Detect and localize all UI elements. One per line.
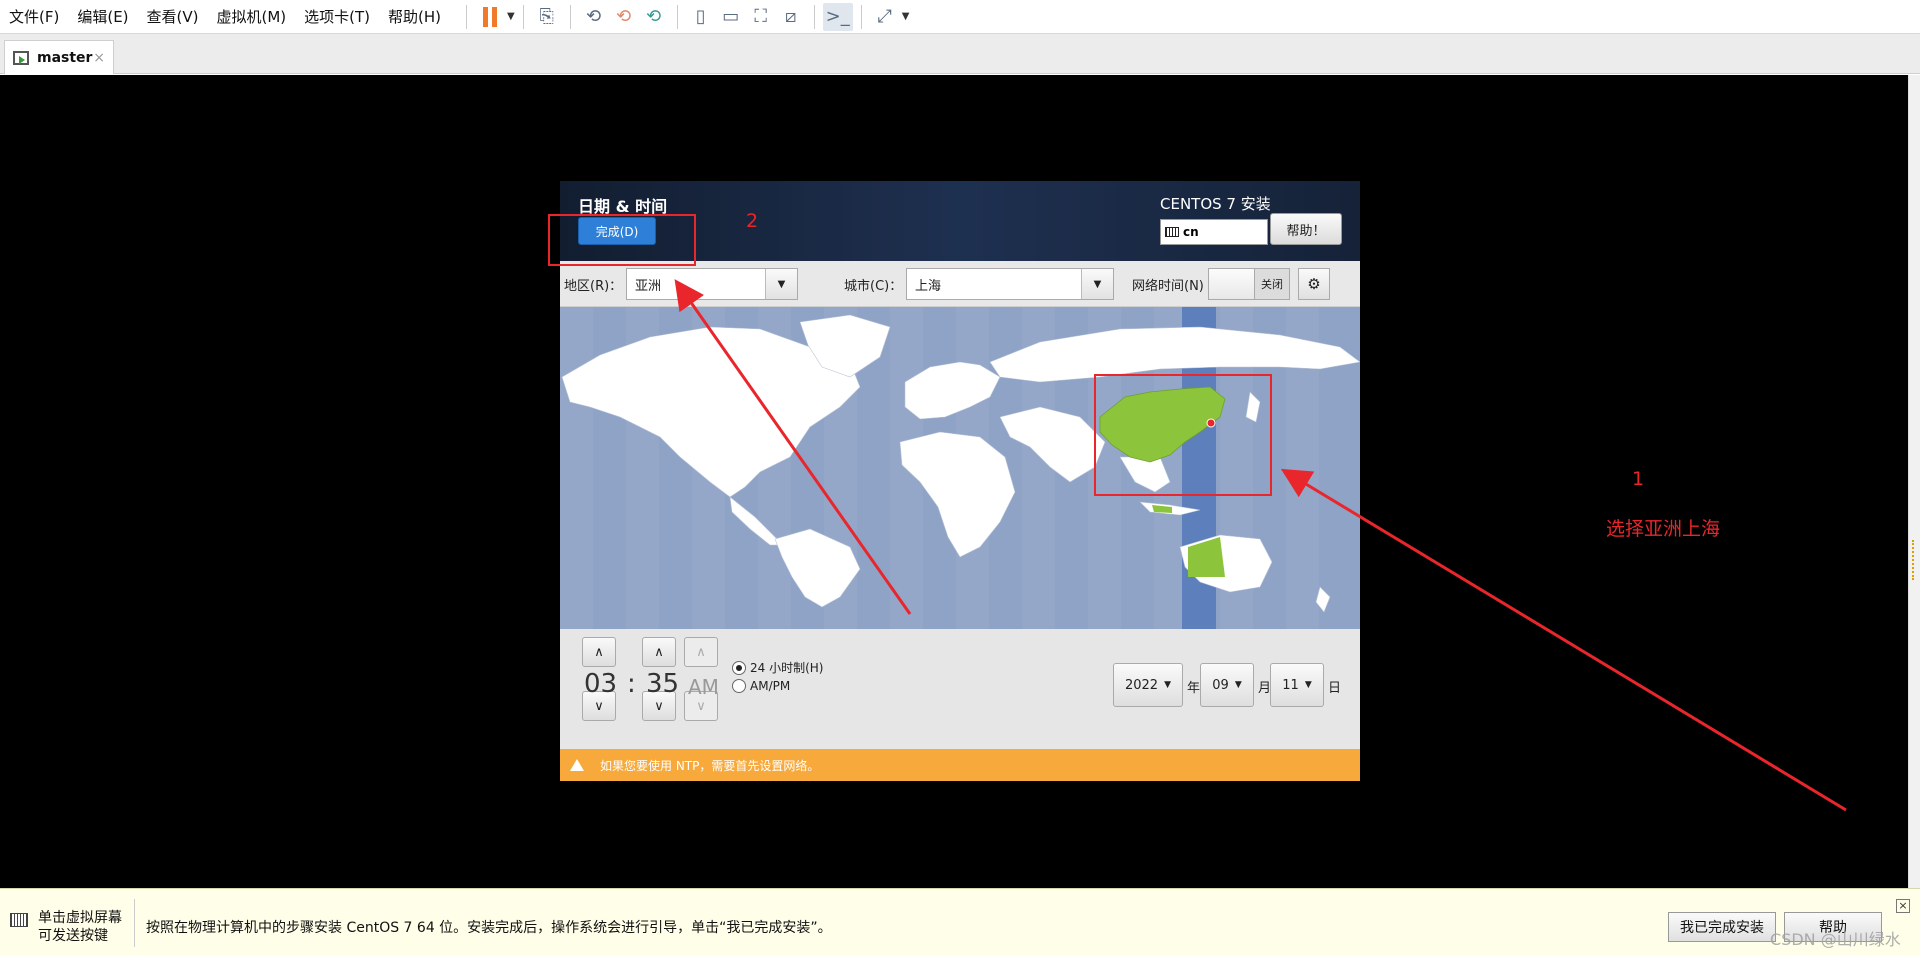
keyboard-icon	[10, 913, 28, 927]
toolbar-divider	[466, 4, 468, 29]
status-close-icon[interactable]: ×	[1896, 899, 1910, 913]
watermark: CSDN @山川绿水	[1770, 930, 1901, 949]
keyboard-icon	[1165, 227, 1179, 237]
menu-vm[interactable]: 虚拟机(M)	[208, 0, 296, 34]
vm-icon	[13, 50, 29, 65]
status-divider	[134, 899, 135, 947]
tab-label: master	[37, 49, 93, 66]
thumbnail-view-icon[interactable]: ▭	[716, 3, 746, 31]
annotation-step2-number: 2	[746, 210, 759, 232]
month-value: 09	[1212, 677, 1229, 693]
click-hint: 单击虚拟屏幕 可发送按键	[38, 909, 122, 945]
snapshot-icon[interactable]: ⟲	[579, 3, 609, 31]
unity-view-icon[interactable]: ⧄	[776, 3, 806, 31]
console-icon[interactable]: >_	[822, 2, 853, 31]
chevron-down-icon[interactable]: ▼	[1081, 269, 1113, 299]
vm-status-bar: 单击虚拟屏幕 可发送按键 按照在物理计算机中的步骤安装 CentOS 7 64 …	[0, 888, 1920, 955]
time-panel: ∧ ∨ 03 : ∧ ∨ 35 ∧ ∨ AM 24 小时制(H) AM/PM 2…	[560, 629, 1360, 749]
toolbar-divider	[676, 4, 678, 29]
sidebar-view-icon[interactable]: ▯	[686, 3, 716, 31]
chevron-down-icon[interactable]: ▼	[765, 269, 797, 299]
chevron-down-icon: ▼	[1234, 680, 1242, 690]
menu-file[interactable]: 文件(F)	[0, 0, 68, 34]
help-button[interactable]: 帮助！	[1270, 213, 1342, 245]
toolbar-divider	[569, 4, 571, 29]
network-time-toggle[interactable]: 关闭	[1208, 268, 1290, 300]
pause-dropdown-icon[interactable]: ▼	[507, 11, 515, 22]
region-select[interactable]: 亚洲 ▼	[626, 268, 798, 300]
menu-view[interactable]: 查看(V)	[138, 0, 208, 34]
city-label: 城市(C)：	[844, 279, 903, 294]
finished-install-button[interactable]: 我已完成安装	[1668, 912, 1776, 942]
hour-value: 03	[584, 669, 618, 699]
annotation-step1-text: 选择亚洲上海	[1606, 518, 1721, 540]
revert-snapshot-icon[interactable]: ⟲	[609, 3, 639, 31]
city-value: 上海	[915, 278, 942, 294]
timezone-selector-row: 地区(R)： 亚洲 ▼ 城市(C)： 上海 ▼ 网络时间(N) 关闭 ⚙	[560, 261, 1360, 307]
gear-icon[interactable]: ⚙	[1298, 268, 1330, 300]
toggle-knob	[1209, 269, 1255, 299]
ampm-value: AM	[688, 675, 719, 699]
send-keys-icon[interactable]: ⎘	[532, 3, 562, 31]
toolbar-divider	[860, 4, 862, 29]
pause-icon[interactable]	[475, 3, 505, 31]
keyboard-layout-value: cn	[1183, 225, 1199, 239]
menu-help[interactable]: 帮助(H)	[379, 0, 450, 34]
year-unit: 年	[1187, 681, 1201, 696]
format-ampm-radio[interactable]: AM/PM	[732, 679, 790, 693]
minute-up-button[interactable]: ∧	[642, 637, 676, 667]
chevron-down-icon: ▼	[1304, 680, 1312, 690]
month-select[interactable]: 09 ▼	[1200, 663, 1254, 707]
toolbar-divider	[522, 4, 524, 29]
region-label: 地区(R)：	[564, 279, 623, 294]
scroll-marker	[1912, 540, 1917, 580]
day-unit: 日	[1328, 681, 1342, 696]
ampm-up-button[interactable]: ∧	[684, 637, 718, 667]
day-value: 11	[1282, 677, 1299, 693]
tab-bar: master ×	[0, 34, 1920, 74]
format-24h-radio[interactable]: 24 小时制(H)	[732, 659, 823, 676]
tab-close-icon[interactable]: ×	[93, 50, 105, 66]
toolbar-divider	[813, 4, 815, 29]
network-time-label: 网络时间(N)	[1132, 279, 1204, 294]
time-separator: :	[627, 669, 636, 699]
annotation-step1-number: 1	[1632, 468, 1645, 490]
day-select[interactable]: 11 ▼	[1270, 663, 1324, 707]
chevron-down-icon: ▼	[1164, 680, 1171, 690]
radio-checked-icon	[732, 660, 746, 675]
warning-bar: 如果您要使用 NTP，需要首先设置网络。	[560, 749, 1360, 781]
minute-value: 35	[646, 669, 680, 699]
tab-master[interactable]: master ×	[4, 40, 114, 74]
hour-up-button[interactable]: ∧	[582, 637, 616, 667]
click-hint-line1: 单击虚拟屏幕	[38, 910, 122, 926]
toolbar: ▼ ⎘ ⟲ ⟲ ⟲ ▯ ▭ ⛶ ⧄ >_ ⤢ ▼	[458, 2, 910, 31]
menu-bar: 文件(F) 编辑(E) 查看(V) 虚拟机(M) 选项卡(T) 帮助(H) ▼ …	[0, 0, 1920, 34]
fullscreen-view-icon[interactable]: ⛶	[746, 3, 776, 31]
format-ampm-label: AM/PM	[750, 679, 791, 693]
city-select[interactable]: 上海 ▼	[906, 268, 1114, 300]
stretch-dropdown-icon[interactable]: ▼	[902, 11, 910, 22]
toggle-state: 关闭	[1255, 269, 1289, 299]
stretch-icon[interactable]: ⤢	[870, 3, 900, 31]
keyboard-layout-indicator[interactable]: cn	[1160, 219, 1268, 245]
radio-unchecked-icon	[732, 679, 746, 693]
snapshot-manager-icon[interactable]: ⟲	[639, 3, 669, 31]
click-hint-line2: 可发送按键	[38, 928, 108, 944]
annotation-box-asia	[1094, 374, 1272, 496]
install-instructions: 按照在物理计算机中的步骤安装 CentOS 7 64 位。安装完成后，操作系统会…	[146, 920, 832, 936]
product-title: CENTOS 7 安装	[1160, 195, 1271, 213]
warning-icon	[570, 759, 584, 771]
menu-edit[interactable]: 编辑(E)	[68, 0, 137, 34]
menu-tabs[interactable]: 选项卡(T)	[295, 0, 379, 34]
vertical-scrollbar[interactable]	[1908, 75, 1920, 888]
annotation-box-done	[548, 214, 696, 266]
region-value: 亚洲	[635, 278, 662, 294]
warning-text: 如果您要使用 NTP，需要首先设置网络。	[600, 758, 820, 773]
year-select[interactable]: 2022 ▼	[1113, 663, 1183, 707]
year-value: 2022	[1124, 677, 1159, 693]
format-24h-label: 24 小时制(H)	[750, 661, 824, 675]
